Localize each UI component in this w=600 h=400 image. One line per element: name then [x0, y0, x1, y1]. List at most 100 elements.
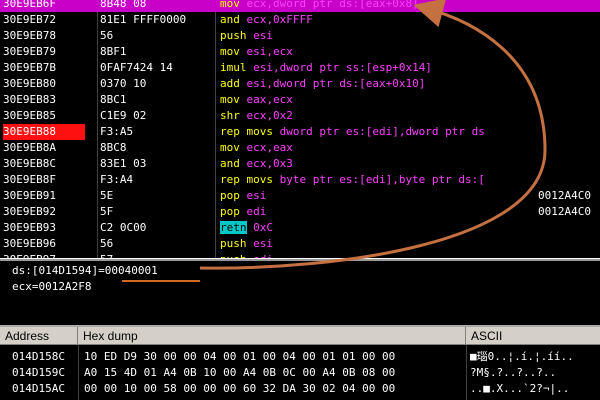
instruction-operands: eax,ecx: [246, 93, 293, 106]
instruction-mnemonic: push: [220, 29, 247, 42]
disasm-hex-bytes: 5E: [100, 189, 114, 202]
instruction-operands: ecx,dword ptr ds:[eax+0x8]: [246, 0, 419, 10]
disasm-hex-bytes: 83E1 03: [100, 157, 147, 170]
instruction-space: [273, 173, 280, 186]
disasm-hex-bytes: 56: [100, 237, 114, 250]
instruction-mnemonic: shr: [220, 109, 240, 122]
disasm-row[interactable]: 30E9EB7B 0FAF7424 14 imul esi,dword ptr ss…: [0, 60, 600, 76]
disasm-hex-bytes: 8B48 08: [100, 0, 147, 10]
disasm-address: 30E9EB88: [3, 124, 85, 140]
disasm-hex-bytes: C2 0C00: [100, 221, 147, 234]
disasm-row[interactable]: 30E9EB8C 83E1 03 and ecx,0x3: [0, 156, 600, 172]
instruction-operands: esi,dword ptr ds:[eax+0x10]: [246, 77, 426, 90]
instruction-operands: 0xC: [253, 221, 273, 234]
disassembly-pane[interactable]: 30E9EB6F 8B48 08 mov ecx,dword ptr ds:[eax…: [0, 0, 600, 258]
disasm-row[interactable]: 30E9EB78 56 push esi: [0, 28, 600, 44]
disasm-row[interactable]: 30E9EB79 8BF1 mov esi,ecx: [0, 44, 600, 60]
dump-ascii: ■瑙0..¦.í.¦.íí..: [470, 350, 574, 363]
disasm-address: 30E9EB83: [3, 93, 56, 106]
disasm-address: 30E9EB85: [3, 109, 56, 122]
disasm-instruction: mov eax,ecx: [220, 92, 540, 108]
instruction-operands: edi: [246, 205, 267, 218]
disasm-comment: [538, 92, 600, 108]
instruction-operands: ecx,0x3: [246, 157, 293, 170]
memory-dump-pane[interactable]: 014D158C 10 ED D9 30 00 00 04 00 01 00 04…: [0, 345, 600, 400]
column-header-address[interactable]: Address: [0, 327, 78, 345]
info-memory-line: ds:[014D1594]=00040001: [12, 263, 158, 279]
disasm-row[interactable]: 30E9EB8F F3:A4 rep movs byte ptr es:[edi],…: [0, 172, 600, 188]
instruction-operands: esi,dword ptr ss:[esp+0x14]: [253, 61, 432, 74]
disasm-instruction: and ecx,0x3: [220, 156, 540, 172]
instruction-space: [273, 125, 280, 138]
instruction-operands: ecx,eax: [246, 141, 293, 154]
dump-address: 014D159C: [12, 366, 65, 379]
disasm-address: 30E9EB8C: [3, 157, 56, 170]
disasm-comment: [538, 12, 600, 28]
instruction-space: [240, 93, 247, 106]
dump-row[interactable]: 014D159C A0 15 4D 01 A4 0B 10 00 A4 0B 0C…: [0, 365, 600, 381]
disasm-instruction: retn 0xC: [220, 220, 540, 236]
disasm-row[interactable]: 30E9EB6F 8B48 08 mov ecx,dword ptr ds:[eax…: [0, 0, 600, 12]
disasm-hex-bytes: 56: [100, 29, 114, 42]
dump-address: 014D158C: [12, 350, 65, 363]
instruction-operands: esi: [246, 189, 267, 202]
disasm-comment: [538, 140, 600, 156]
dump-ascii: ?M§.?..?..?..: [470, 366, 557, 379]
dump-ascii: ..■.X...`2?¬|..: [470, 382, 570, 395]
disasm-row[interactable]: 30E9EB92 5F pop edi 0012A4C0: [0, 204, 600, 220]
disasm-comment: [538, 236, 600, 252]
instruction-mnemonic: and: [220, 157, 240, 170]
instruction-operands: esi,ecx: [246, 45, 293, 58]
instruction-operands: byte ptr es:[edi],byte ptr ds:[: [279, 173, 485, 186]
disasm-row[interactable]: 30E9EB91 5E pop esi 0012A4C0: [0, 188, 600, 204]
instruction-mnemonic: retn: [220, 221, 247, 234]
info-memory-address: ds:[014D1594]=: [12, 264, 105, 277]
disasm-instruction: rep movs dword ptr es:[edi],dword ptr ds: [220, 124, 540, 140]
disasm-hex-bytes: 5F: [100, 205, 114, 218]
disasm-row[interactable]: 30E9EB72 81E1 FFFF0000 and ecx,0xFFFF: [0, 12, 600, 28]
instruction-mnemonic: mov: [220, 141, 240, 154]
instruction-operands: esi: [253, 237, 273, 250]
disasm-instruction: shr ecx,0x2: [220, 108, 540, 124]
disasm-hex-bytes: 81E1 FFFF0000: [100, 13, 187, 26]
disasm-comment: [538, 252, 600, 258]
disasm-row[interactable]: 30E9EB80 0370 10 add esi,dword ptr ds:[eax…: [0, 76, 600, 92]
dump-row[interactable]: 014D15AC 00 00 10 00 58 00 00 00 60 32 DA…: [0, 381, 600, 397]
instruction-space: [240, 13, 247, 26]
dump-header: Address Hex dump ASCII: [0, 327, 600, 345]
instruction-space: [240, 109, 247, 122]
disasm-address: 30E9EB6F: [3, 0, 56, 10]
value-underline-annotation: [122, 280, 200, 282]
instruction-mnemonic: pop: [220, 205, 240, 218]
column-header-hex-dump[interactable]: Hex dump: [78, 327, 466, 345]
disasm-row[interactable]: 30E9EB96 56 push esi: [0, 236, 600, 252]
disasm-instruction: mov ecx,dword ptr ds:[eax+0x8]: [220, 0, 540, 12]
instruction-operands: dword ptr es:[edi],dword ptr ds: [279, 125, 485, 138]
column-header-ascii[interactable]: ASCII: [466, 327, 600, 345]
disasm-instruction: mov ecx,eax: [220, 140, 540, 156]
disasm-row[interactable]: 30E9EB83 8BC1 mov eax,ecx: [0, 92, 600, 108]
instruction-space: [240, 157, 247, 170]
disasm-comment: [538, 28, 600, 44]
disasm-row[interactable]: 30E9EB93 C2 0C00 retn 0xC: [0, 220, 600, 236]
disasm-comment: 0012A4C0: [538, 189, 591, 202]
instruction-operands: edi: [253, 253, 273, 258]
disasm-row[interactable]: 30E9EB8A 8BC8 mov ecx,eax: [0, 140, 600, 156]
disasm-address: 30E9EB8F: [3, 173, 56, 186]
disasm-row[interactable]: 30E9EB85 C1E9 02 shr ecx,0x2: [0, 108, 600, 124]
disasm-hex-bytes: 8BC1: [100, 93, 127, 106]
info-memory-value: 00040001: [104, 264, 158, 277]
disasm-row[interactable]: 30E9EB88 F3:A5 rep movs dword ptr es:[edi]…: [0, 124, 600, 140]
disasm-hex-bytes: F3:A4: [100, 173, 134, 186]
disasm-comment: 0012A4C0: [538, 205, 591, 218]
disasm-comment: [538, 76, 600, 92]
disasm-comment: [538, 0, 600, 12]
disasm-comment: [538, 44, 600, 60]
instruction-operands: ecx,0x2: [246, 109, 293, 122]
instruction-space: [240, 45, 247, 58]
dump-hex-bytes: A0 15 4D 01 A4 0B 10 00 A4 0B 0C 00 A4 0…: [84, 366, 396, 379]
disasm-address: 30E9EB93: [3, 221, 56, 234]
dump-hex-bytes: 00 00 10 00 58 00 00 00 60 32 DA 30 02 0…: [84, 382, 396, 395]
disasm-row[interactable]: 30E9EB97 57 push edi: [0, 252, 600, 258]
dump-row[interactable]: 014D158C 10 ED D9 30 00 00 04 00 01 00 04…: [0, 349, 600, 365]
